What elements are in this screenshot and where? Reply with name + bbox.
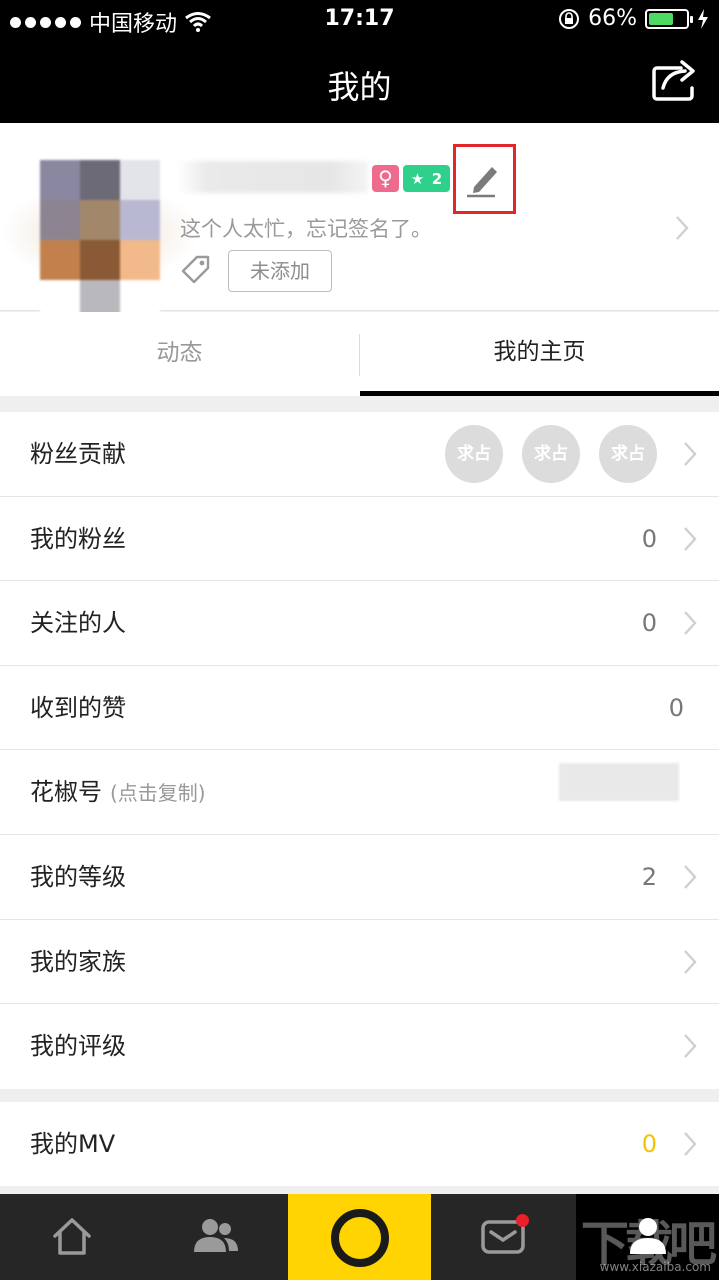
page-title: 我的: [327, 68, 392, 106]
level-value: 2: [641, 862, 657, 891]
watermark: 下载吧 www.xiazaiba.com: [580, 1216, 717, 1274]
profile-menu-list: 粉丝贡献 求占 求占 求占 我的粉丝 0 关注的人 0 收到的赞 0 花椒号 (点…: [0, 412, 719, 1089]
battery-percent: 66%: [588, 6, 637, 31]
pencil-icon: [467, 167, 497, 198]
charging-icon: [698, 8, 708, 29]
rotation-lock-icon: [559, 8, 580, 29]
battery-level-fill: [649, 12, 673, 25]
tab-home[interactable]: [0, 1194, 143, 1280]
chevron-right-icon: [684, 442, 697, 466]
live-camera-icon: [331, 1209, 389, 1267]
username-blurred: [178, 161, 368, 193]
tag-icon: [181, 255, 210, 284]
chevron-right-icon: [684, 865, 697, 889]
following-count: 0: [641, 609, 657, 638]
copy-hint: (点击复制): [110, 781, 206, 806]
add-tag-button[interactable]: 未添加: [228, 250, 332, 292]
likes-count: 0: [668, 693, 684, 722]
tab-feed[interactable]: 动态: [0, 312, 359, 396]
mv-count: 0: [641, 1130, 657, 1158]
share-icon[interactable]: [651, 58, 699, 102]
list-item-my-mv[interactable]: 我的MV 0: [0, 1102, 719, 1187]
tab-messages[interactable]: [431, 1194, 576, 1280]
chevron-right-icon: [684, 526, 697, 551]
tab-live-camera[interactable]: [288, 1194, 431, 1280]
status-bar: 中国移动 17:17 66%: [0, 0, 719, 40]
signature-text: 这个人太忙，忘记签名了。: [180, 217, 432, 241]
nav-bar: 我的: [0, 40, 719, 123]
battery-icon: [645, 8, 693, 29]
home-icon: [53, 1218, 91, 1255]
level-badge: ★ 2: [403, 165, 450, 192]
tab-my-homepage[interactable]: 我的主页: [360, 312, 719, 396]
chevron-right-icon: [684, 611, 697, 635]
avatar[interactable]: [40, 160, 160, 320]
profile-header[interactable]: ♀ ★ 2 这个人太忙，忘记签名了。 未添加: [0, 123, 719, 320]
edit-profile-button[interactable]: [453, 144, 516, 214]
unread-badge: [516, 1214, 529, 1227]
list-item-huajiao-id[interactable]: 花椒号 (点击复制): [0, 750, 719, 835]
star-icon: ★: [410, 169, 425, 188]
list-item-following[interactable]: 关注的人 0: [0, 581, 719, 666]
contributor-placeholder[interactable]: 求占: [522, 425, 580, 483]
list-item-my-rating[interactable]: 我的评级: [0, 1004, 719, 1089]
profile-tabs: 动态 我的主页: [0, 312, 719, 396]
list-item-my-family[interactable]: 我的家族: [0, 920, 719, 1005]
user-id-blurred: [559, 763, 679, 802]
chevron-right-icon: [684, 1034, 697, 1058]
contributor-placeholder[interactable]: 求占: [445, 425, 503, 483]
people-icon: [194, 1219, 238, 1252]
fans-count: 0: [641, 524, 657, 553]
gender-badge: ♀: [372, 165, 399, 192]
list-item-my-level[interactable]: 我的等级 2: [0, 835, 719, 920]
list-item-fan-contribution[interactable]: 粉丝贡献 求占 求占 求占: [0, 412, 719, 497]
chevron-right-icon: [676, 216, 689, 240]
contributor-placeholder[interactable]: 求占: [599, 425, 657, 483]
list-item-my-fans[interactable]: 我的粉丝 0: [0, 497, 719, 582]
list-item-likes-received: 收到的赞 0: [0, 666, 719, 751]
chevron-right-icon: [684, 949, 697, 974]
tab-friends[interactable]: [143, 1194, 288, 1280]
chevron-right-icon: [684, 1132, 697, 1156]
profile-menu-list-mv: 我的MV 0: [0, 1102, 719, 1186]
